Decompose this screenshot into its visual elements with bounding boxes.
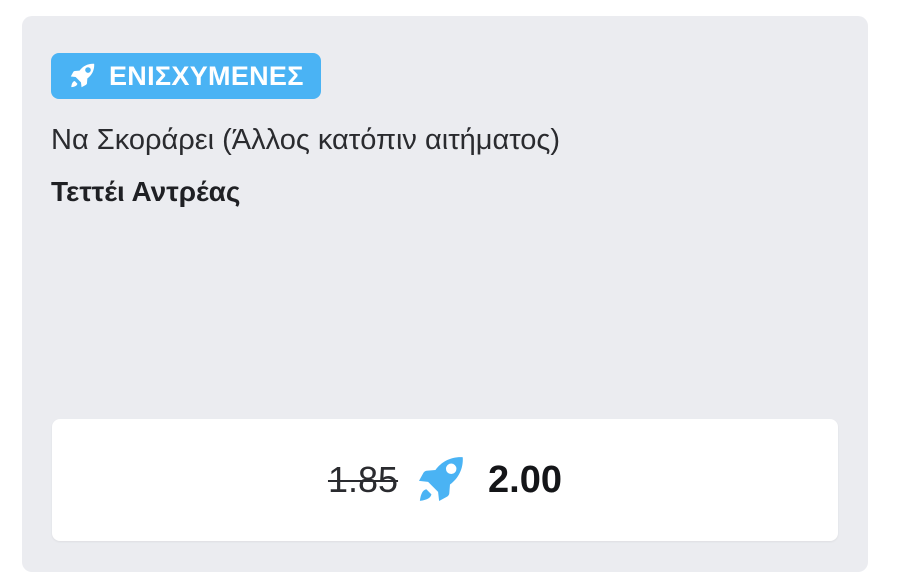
boosted-badge-label: ΕΝΙΣΧΥΜΕΝΕΣ — [109, 60, 304, 91]
original-odds: 1.85 — [327, 459, 399, 500]
boosted-odds: 2.00 — [488, 458, 563, 501]
boosted-badge: ΕΝΙΣΧΥΜΕΝΕΣ — [51, 53, 321, 99]
odds-button[interactable]: 1.85 2.00 — [52, 419, 838, 541]
boosted-bet-card: ΕΝΙΣΧΥΜΕΝΕΣ Να Σκοράρει (Άλλος κατόπιν α… — [22, 16, 868, 572]
rocket-icon — [412, 452, 468, 508]
selection-name: Τεττέι Αντρέας — [51, 176, 241, 207]
market-name: Να Σκοράρει (Άλλος κατόπιν αιτήματος) — [51, 124, 561, 156]
rocket-icon — [67, 61, 97, 91]
